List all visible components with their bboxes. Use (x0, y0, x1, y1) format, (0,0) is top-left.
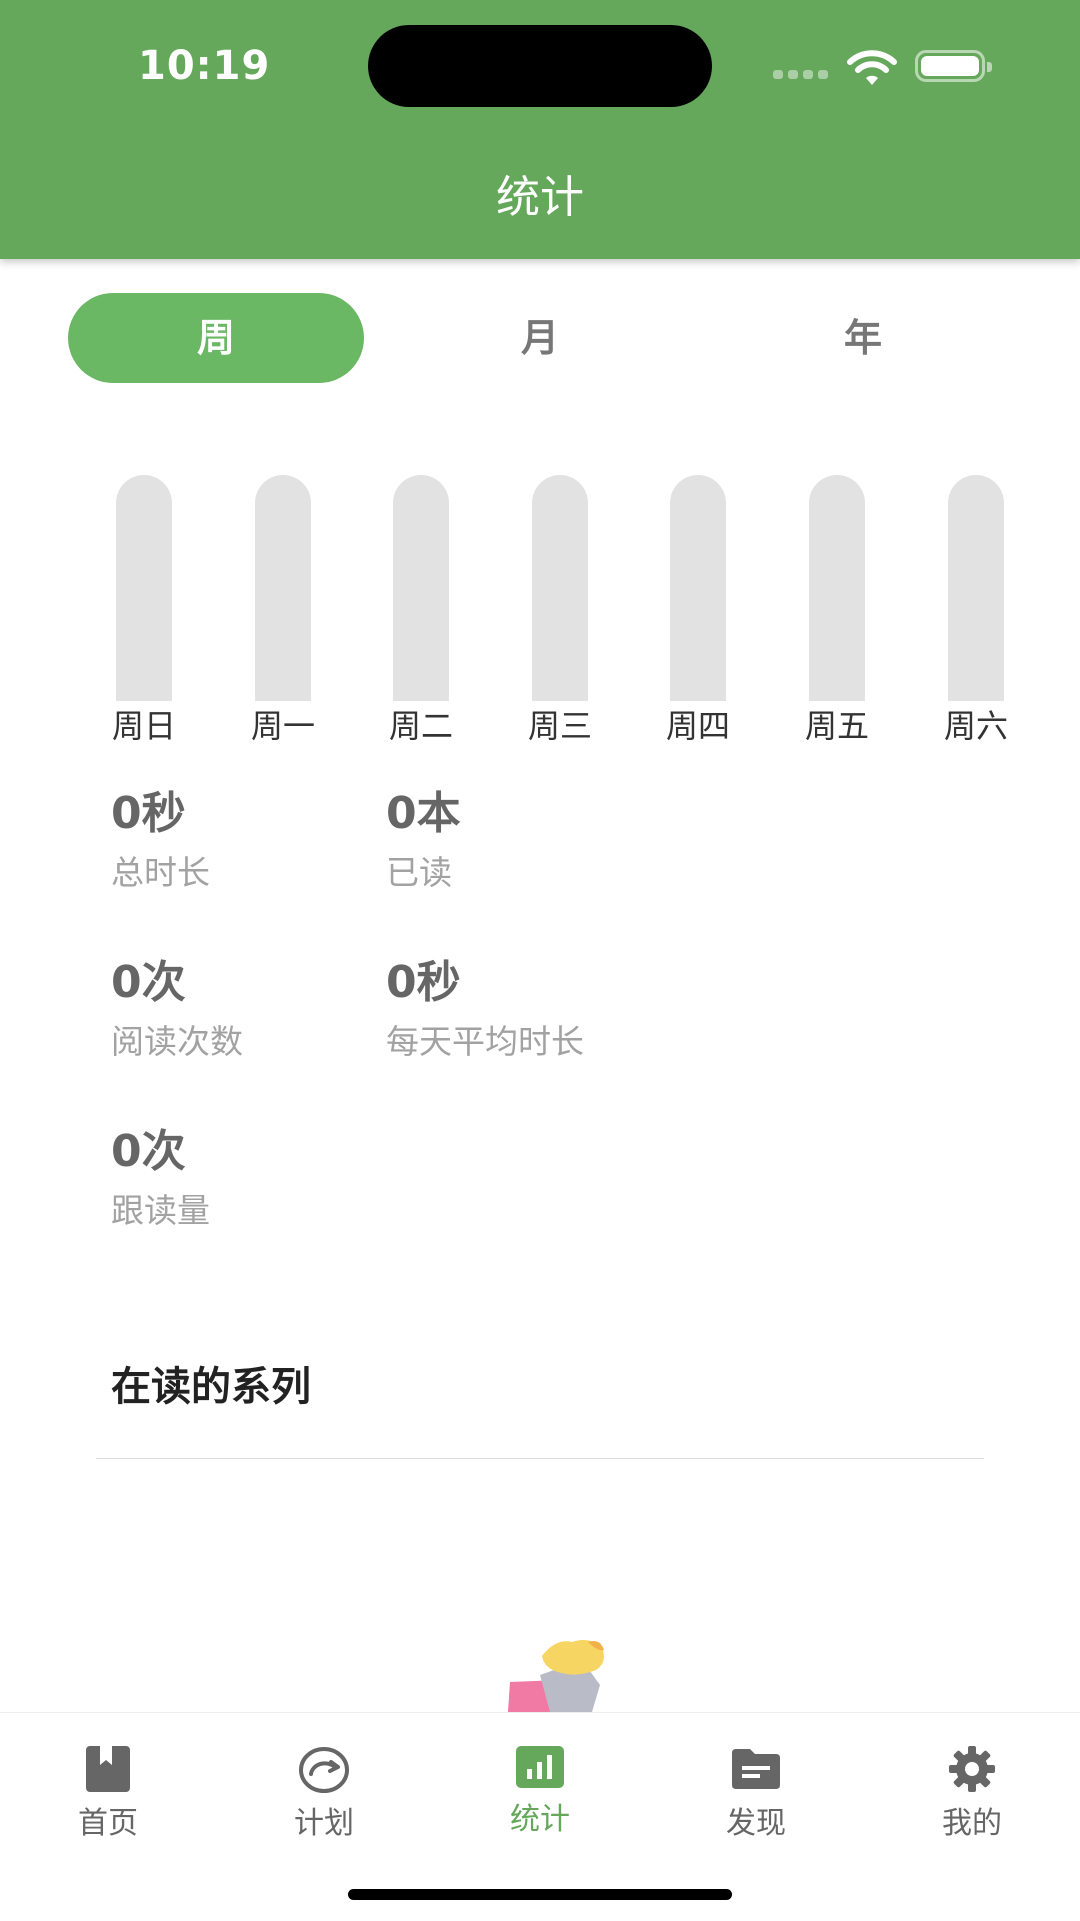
chart-bar-column: 周六 (928, 475, 1024, 745)
cellular-signal-icon (773, 70, 829, 80)
stat-value: 0秒 (111, 788, 186, 839)
stat-daily-average: 0秒 每天平均时长 (386, 955, 584, 1065)
stat-label: 阅读次数 (111, 1022, 243, 1061)
chart-bar-column: 周日 (96, 475, 192, 745)
empty-state-illustration (508, 1640, 604, 1712)
tab-discover[interactable]: 发现 (648, 1731, 864, 1841)
camera-notch (368, 25, 712, 107)
chart-day-label: 周日 (111, 707, 176, 745)
stat-label: 每天平均时长 (386, 1022, 584, 1061)
tab-week[interactable]: 周 (68, 293, 364, 383)
tab-label: 发现 (726, 1806, 786, 1841)
stat-follow-read: 0次 跟读量 (111, 1124, 210, 1234)
reading-series-title: 在读的系列 (111, 1364, 311, 1410)
chart-bar-column: 周五 (789, 475, 885, 745)
book-icon (86, 1746, 130, 1792)
wifi-icon (847, 50, 897, 85)
tab-year[interactable]: 年 (715, 293, 1011, 383)
tab-label: 统计 (510, 1802, 570, 1837)
chart-bar-track (393, 475, 449, 701)
chart-bar-column: 周三 (512, 475, 608, 745)
tab-plan[interactable]: 计划 (216, 1731, 432, 1841)
stat-value: 0次 (111, 957, 186, 1008)
tab-profile[interactable]: 我的 (864, 1731, 1080, 1841)
tab-home[interactable]: 首页 (0, 1731, 216, 1841)
stat-label: 跟读量 (111, 1191, 210, 1230)
home-indicator (348, 1889, 732, 1900)
page-title: 统计 (496, 172, 584, 223)
chart-bar-track (116, 475, 172, 701)
stat-value: 0次 (111, 1126, 186, 1177)
chart-day-label: 周一 (250, 707, 315, 745)
stat-read-count: 0次 阅读次数 (111, 955, 243, 1065)
section-divider (96, 1458, 984, 1459)
header-bar: 10:19 统计 (0, 0, 1080, 259)
plan-gauge-icon (299, 1747, 349, 1793)
chart-day-label: 周三 (527, 707, 592, 745)
folder-icon (732, 1749, 780, 1789)
stat-books-read: 0本 已读 (386, 786, 461, 896)
gear-icon (949, 1746, 995, 1792)
stat-label: 总时长 (111, 853, 210, 892)
stat-value: 0秒 (386, 957, 461, 1008)
chart-icon (516, 1746, 564, 1788)
chart-bar-column: 周一 (235, 475, 331, 745)
tab-label: 首页 (78, 1806, 138, 1841)
chart-bar-track (948, 475, 1004, 701)
battery-icon (915, 50, 992, 82)
tab-label: 我的 (942, 1806, 1002, 1841)
chart-bar-column: 周二 (373, 475, 469, 745)
stat-total-duration: 0秒 总时长 (111, 786, 210, 896)
chart-day-label: 周四 (665, 707, 730, 745)
chart-day-label: 周六 (943, 707, 1008, 745)
chart-day-label: 周二 (388, 707, 453, 745)
chart-day-label: 周五 (804, 707, 869, 745)
chart-bar-track (809, 475, 865, 701)
stat-value: 0本 (386, 788, 461, 839)
tab-month[interactable]: 月 (392, 293, 688, 383)
status-time: 10:19 (138, 43, 271, 89)
chart-bar-track (670, 475, 726, 701)
tab-statistics[interactable]: 统计 (432, 1731, 648, 1841)
chart-bar-track (532, 475, 588, 701)
chart-bar-track (255, 475, 311, 701)
tab-label: 计划 (294, 1806, 354, 1841)
stat-label: 已读 (386, 853, 452, 892)
chart-bar-column: 周四 (650, 475, 746, 745)
